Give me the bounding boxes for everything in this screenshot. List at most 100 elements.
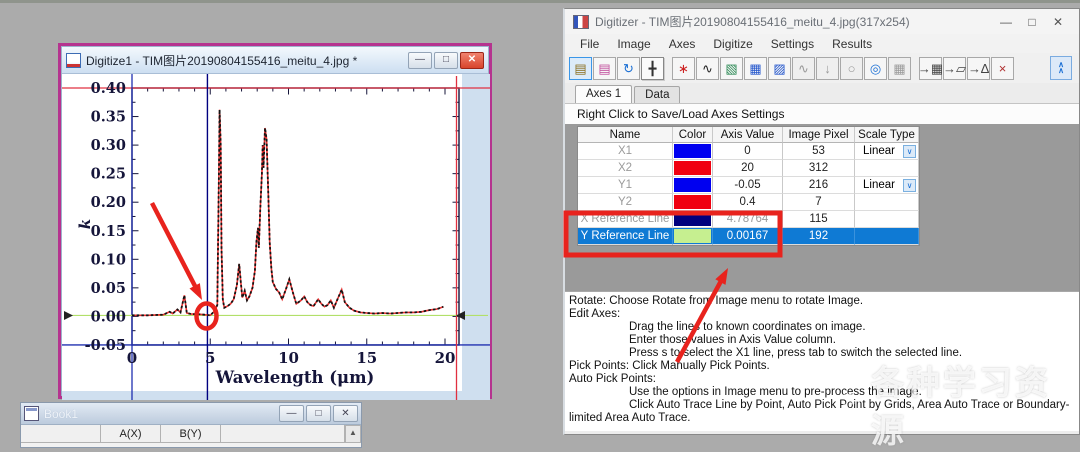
rotate-image-button[interactable]: ↻ xyxy=(617,57,640,80)
export-to-peaks-button[interactable]: →∆ xyxy=(967,57,990,80)
image-pixel[interactable]: 7 xyxy=(783,194,855,211)
image-pixel[interactable]: 312 xyxy=(783,160,855,177)
color-swatch[interactable] xyxy=(673,194,713,211)
row-name[interactable]: Y1 xyxy=(578,177,673,194)
scale-type[interactable] xyxy=(855,228,919,245)
tab-axes-1[interactable]: Axes 1 xyxy=(575,85,632,103)
scrollbar-up-arrow[interactable]: ▲ xyxy=(345,425,361,443)
edit-axes-icon: ╋ xyxy=(649,62,657,75)
scale-type[interactable] xyxy=(855,211,919,228)
axis-value[interactable]: 0 xyxy=(713,143,783,160)
auto-pick-grid-icon: ▦ xyxy=(749,62,761,75)
column-header-by[interactable]: B(Y) xyxy=(161,425,221,443)
maximize-button[interactable]: □ xyxy=(434,52,458,69)
digitize1-titlebar[interactable]: Digitize1 - TIM图片20190804155416_meitu_4.… xyxy=(62,47,488,74)
scale-type-dropdown[interactable]: ∨ xyxy=(903,145,916,158)
column-header[interactable]: Name xyxy=(578,127,673,143)
auto-trace-area-button[interactable]: ▧ xyxy=(720,57,743,80)
manual-pick-points-icon: ∗ xyxy=(678,62,689,75)
y-tick-label: 0.15 xyxy=(91,223,126,240)
image-pixel[interactable]: 53 xyxy=(783,143,855,160)
edit-axes-button[interactable]: ╋ xyxy=(641,57,664,80)
color-swatch[interactable] xyxy=(673,211,713,228)
axis-value[interactable]: 4.78764 xyxy=(713,211,783,228)
table-row-y2[interactable]: Y2 0.47 xyxy=(578,194,919,211)
maximize-button[interactable]: □ xyxy=(306,405,331,422)
column-header[interactable]: Axis Value xyxy=(713,127,783,143)
y-tick-label: 0.20 xyxy=(91,194,126,211)
polyline-tool-button[interactable]: ∿ xyxy=(792,57,815,80)
close-button[interactable]: ✕ xyxy=(333,405,358,422)
row-header-cell[interactable] xyxy=(21,425,101,443)
manual-pick-points-button[interactable]: ∗ xyxy=(672,57,695,80)
spectrum-plot[interactable]: 0.400.350.300.250.200.150.100.050.00-0.0… xyxy=(62,74,490,400)
row-name[interactable]: Y Reference Line xyxy=(578,228,673,245)
export-to-graph-button[interactable]: →▱ xyxy=(943,57,966,80)
column-header[interactable]: Scale Type xyxy=(855,127,919,143)
maximize-button[interactable]: □ xyxy=(1019,15,1045,29)
row-name[interactable]: X2 xyxy=(578,160,673,177)
menu-settings[interactable]: Settings xyxy=(762,37,823,51)
lasso-tool-button[interactable]: ○ xyxy=(840,57,863,80)
menu-results[interactable]: Results xyxy=(823,37,881,51)
collapse-panel-button[interactable]: ∧∧ xyxy=(1050,56,1072,80)
scale-type[interactable] xyxy=(855,194,919,211)
table-row-y1[interactable]: Y1 -0.05216Linear∨ xyxy=(578,177,919,194)
scale-type-dropdown[interactable]: ∨ xyxy=(903,179,916,192)
row-name[interactable]: Y2 xyxy=(578,194,673,211)
minimize-button[interactable]: — xyxy=(279,405,304,422)
minimize-button[interactable]: — xyxy=(408,52,432,69)
column-header[interactable]: Image Pixel xyxy=(783,127,855,143)
book1-titlebar[interactable]: Book1 — □ ✕ xyxy=(21,403,361,425)
color-swatch[interactable] xyxy=(673,177,713,194)
import-graph-button[interactable]: ▤ xyxy=(593,57,616,80)
color-swatch[interactable] xyxy=(673,228,713,245)
x-tick-label: 0 xyxy=(127,349,137,367)
image-pixel[interactable]: 216 xyxy=(783,177,855,194)
baseline-tool-button[interactable]: ↓ xyxy=(816,57,839,80)
toolbar: ▤▤↻╋∗∿▧▦▨∿↓○◎▦→▦→▱→∆×∧∧ xyxy=(565,53,1079,83)
minimize-button[interactable]: — xyxy=(993,15,1019,29)
table-row-x-reference-line[interactable]: X Reference Line 4.78764115 xyxy=(578,211,919,228)
scale-type[interactable] xyxy=(855,160,919,177)
close-button[interactable]: ✕ xyxy=(460,52,484,69)
menu-file[interactable]: File xyxy=(571,37,608,51)
axis-value[interactable]: 20 xyxy=(713,160,783,177)
close-button[interactable]: ✕ xyxy=(1045,15,1071,29)
axis-value[interactable]: -0.05 xyxy=(713,177,783,194)
delete-points-button[interactable]: ▨ xyxy=(768,57,791,80)
delete-points-icon: ▨ xyxy=(773,62,785,75)
digitizer-titlebar[interactable]: Digitizer - TIM图片20190804155416_meitu_4.… xyxy=(565,9,1079,34)
import-image-button[interactable]: ▤ xyxy=(569,57,592,80)
export-to-worksheet-icon: →▦ xyxy=(918,62,943,75)
auto-trace-line-button[interactable]: ∿ xyxy=(696,57,719,80)
axis-value[interactable]: 0.00167 xyxy=(713,228,783,245)
image-pixel[interactable]: 192 xyxy=(783,228,855,245)
color-swatch[interactable] xyxy=(673,143,713,160)
row-name[interactable]: X Reference Line xyxy=(578,211,673,228)
menu-axes[interactable]: Axes xyxy=(660,37,705,51)
axes-table[interactable]: NameColorAxis ValueImage PixelScale Type… xyxy=(577,126,920,246)
column-header[interactable]: Color xyxy=(673,127,713,143)
image-pixel[interactable]: 115 xyxy=(783,211,855,228)
column-header-ax[interactable]: A(X) xyxy=(101,425,161,443)
scale-type[interactable]: Linear ∨ xyxy=(855,143,919,160)
table-row-y-reference-line[interactable]: Y Reference Line 0.00167192 xyxy=(578,228,919,245)
goto-point-button[interactable]: ◎ xyxy=(864,57,887,80)
tab-data[interactable]: Data xyxy=(634,86,680,103)
grid-settings-button[interactable]: ▦ xyxy=(888,57,911,80)
row-name[interactable]: X1 xyxy=(578,143,673,160)
axis-value[interactable]: 0.4 xyxy=(713,194,783,211)
scale-type[interactable]: Linear∨ xyxy=(855,177,919,194)
worksheet-icon xyxy=(24,406,39,421)
scale-type-value: Linear xyxy=(863,143,895,160)
auto-pick-grid-button[interactable]: ▦ xyxy=(744,57,767,80)
color-swatch[interactable] xyxy=(673,160,713,177)
table-row-x2[interactable]: X2 20312 xyxy=(578,160,919,177)
export-to-worksheet-button[interactable]: →▦ xyxy=(919,57,942,80)
table-row-x1[interactable]: X1 053 Linear ∨ xyxy=(578,143,919,160)
menu-digitize[interactable]: Digitize xyxy=(704,37,761,51)
export-to-graph-icon: →▱ xyxy=(943,62,966,75)
close-tool-button[interactable]: × xyxy=(991,57,1014,80)
menu-image[interactable]: Image xyxy=(608,37,659,51)
